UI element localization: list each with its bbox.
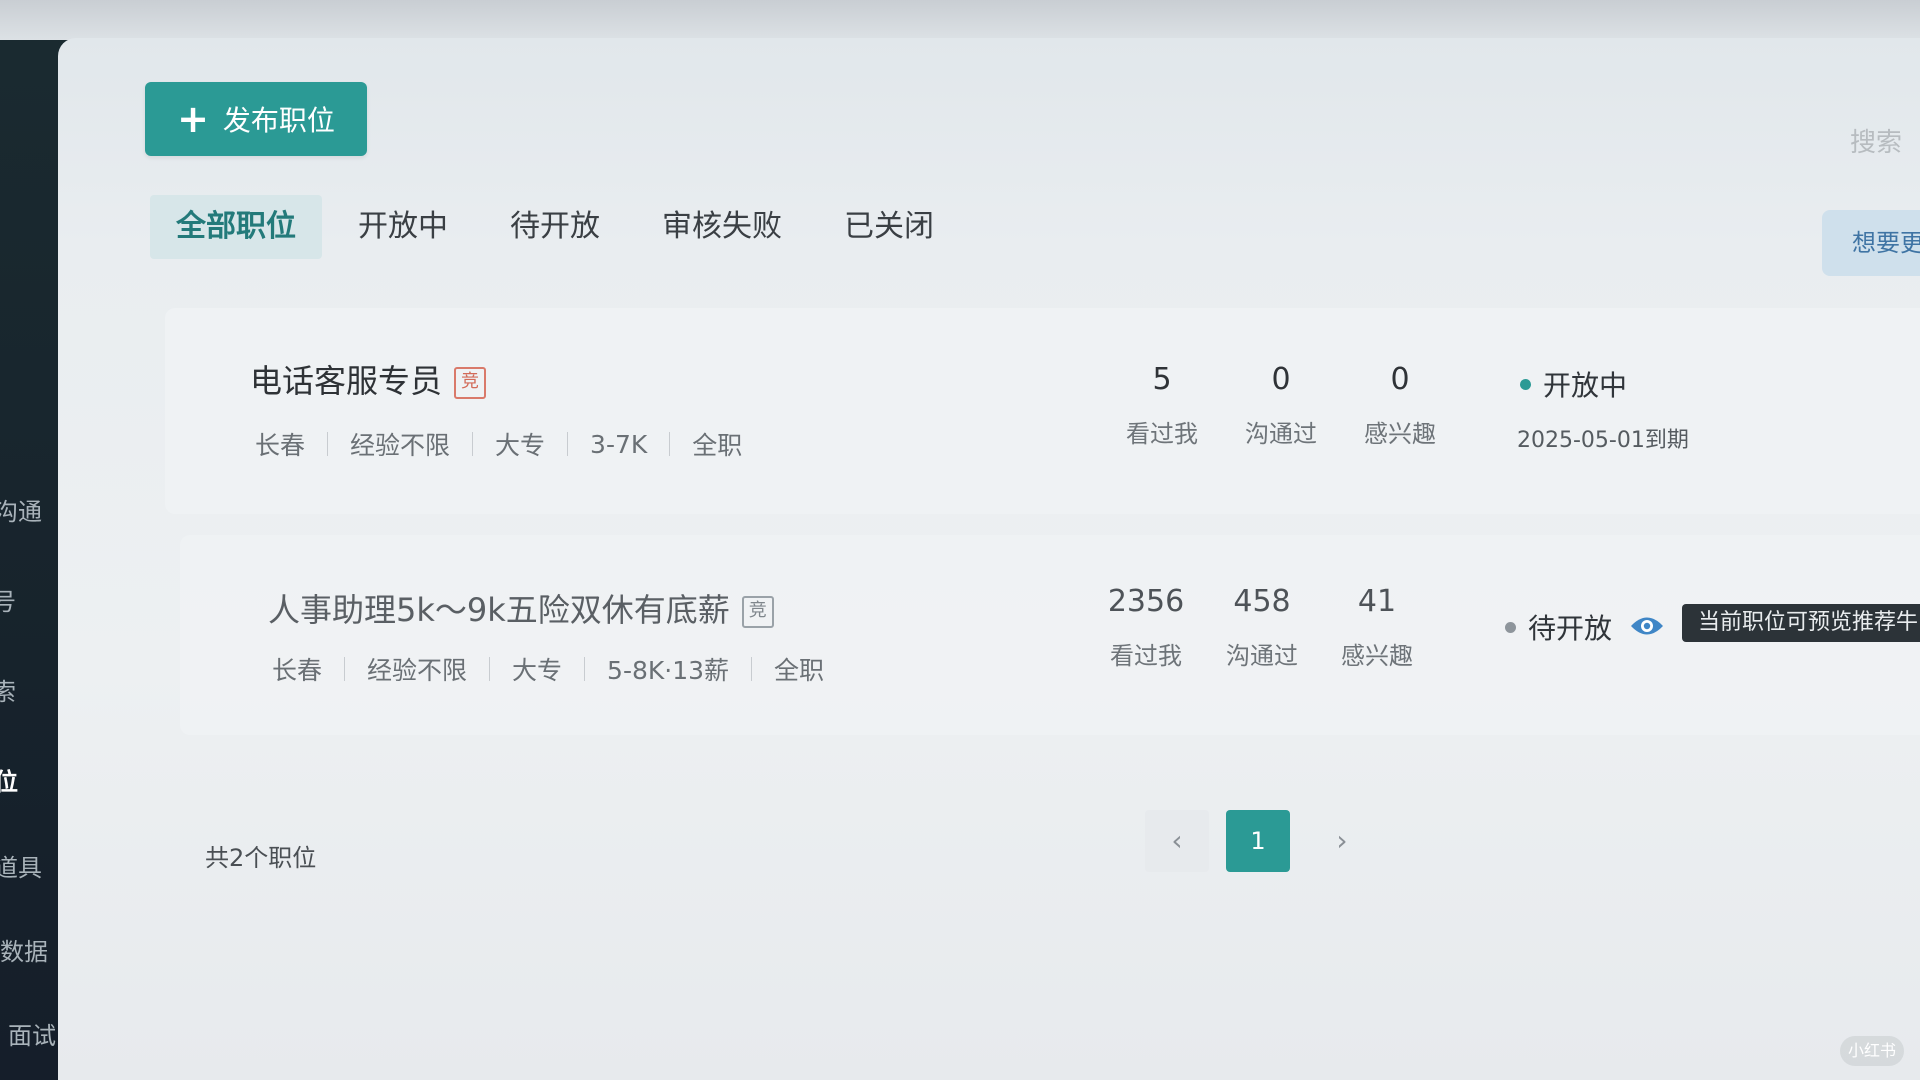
stat-contacted[interactable]: 0 沟通过 — [1226, 360, 1336, 449]
stat-interested-label: 感兴趣 — [1364, 420, 1436, 448]
total-jobs-count: 共2个职位 — [205, 844, 317, 872]
pagination-next-button[interactable]: › — [1310, 810, 1374, 872]
job-experience: 经验不限 — [350, 431, 451, 460]
job-status-tabs: 全部职位 开放中 待开放 审核失败 已关闭 — [150, 195, 970, 259]
stat-viewed-label: 看过我 — [1110, 642, 1182, 670]
job-salary: 5-8K·13薪 — [607, 656, 730, 685]
job-card-1[interactable]: 电话客服专员竞 长春 经验不限 大专 3-7K 全职 5 看过我 0 沟通过 0… — [165, 308, 1920, 514]
tab-closed[interactable]: 已关闭 — [818, 195, 960, 259]
eye-icon[interactable] — [1630, 611, 1664, 644]
stat-contacted[interactable]: 458 沟通过 — [1207, 582, 1317, 671]
tab-pending[interactable]: 待开放 — [484, 195, 626, 259]
job-meta: 长春 经验不限 大专 3-7K 全职 — [255, 426, 742, 462]
competitive-badge: 竞 — [454, 367, 487, 399]
job-card-2[interactable]: 人事助理5k～9k五险双休有底薪竞 长春 经验不限 大专 5-8K·13薪 全职… — [180, 535, 1920, 735]
promo-button[interactable]: 想要更 — [1822, 210, 1920, 276]
job-type: 全职 — [692, 431, 743, 460]
job-salary: 3-7K — [590, 429, 648, 459]
job-meta: 长春 经验不限 大专 5-8K·13薪 全职 — [272, 651, 824, 687]
stat-viewed[interactable]: 2356 看过我 — [1091, 582, 1201, 671]
job-status: 待开放 — [1505, 607, 1664, 647]
divider — [472, 432, 474, 456]
job-title-text: 人事助理5k～9k五险双休有底薪 — [268, 591, 730, 629]
plus-icon: + — [177, 97, 209, 141]
job-title[interactable]: 电话客服专员竞 — [250, 356, 487, 402]
stat-contacted-value: 458 — [1233, 584, 1291, 619]
job-status-text: 开放中 — [1543, 369, 1628, 402]
publish-job-button[interactable]: + 发布职位 — [145, 82, 367, 156]
divider — [751, 657, 753, 681]
tab-open[interactable]: 开放中 — [332, 195, 474, 259]
stat-contacted-label: 沟通过 — [1245, 420, 1317, 448]
divider — [344, 657, 346, 681]
job-experience: 经验不限 — [367, 656, 468, 685]
stat-contacted-label: 沟通过 — [1226, 642, 1298, 670]
divider — [669, 432, 671, 456]
divider — [489, 657, 491, 681]
stat-contacted-value: 0 — [1271, 362, 1291, 397]
job-expire-date: 2025-05-01到期 — [1517, 428, 1689, 453]
job-city: 长春 — [272, 656, 323, 685]
stat-interested-value: 41 — [1357, 584, 1397, 619]
search-link[interactable]: 搜索 — [1850, 122, 1902, 159]
stat-viewed-label: 看过我 — [1126, 420, 1198, 448]
competitive-badge: 竞 — [741, 596, 774, 628]
stat-viewed-value: 2356 — [1107, 584, 1185, 619]
preview-tooltip: 当前职位可预览推荐牛 — [1682, 604, 1920, 642]
watermark-logo: 小红书 — [1840, 1036, 1904, 1066]
tab-review-failed[interactable]: 审核失败 — [636, 195, 808, 259]
publish-job-label: 发布职位 — [222, 104, 335, 137]
status-dot — [1520, 378, 1531, 390]
stat-interested-value: 0 — [1390, 362, 1410, 397]
stat-interested-label: 感兴趣 — [1341, 642, 1413, 670]
tab-all-jobs[interactable]: 全部职位 — [150, 195, 322, 259]
job-status-text: 待开放 — [1528, 612, 1613, 645]
stat-viewed-value: 5 — [1152, 362, 1172, 397]
status-dot — [1505, 621, 1516, 633]
pagination-page-1[interactable]: 1 — [1226, 810, 1290, 872]
stat-interested[interactable]: 41 感兴趣 — [1322, 582, 1432, 671]
pagination-prev-button[interactable]: ‹ — [1145, 810, 1209, 872]
screen: 沟通 号 索 位 道具 数据 面试 + 发布职位 搜索 全部职位 开放中 待开放… — [0, 0, 1920, 1080]
job-city: 长春 — [255, 431, 306, 460]
stat-interested[interactable]: 0 感兴趣 — [1345, 360, 1455, 449]
divider — [567, 432, 569, 456]
divider — [327, 432, 329, 456]
job-education: 大专 — [512, 656, 563, 685]
window-top-bar — [0, 0, 1920, 42]
job-type: 全职 — [774, 656, 825, 685]
job-education: 大专 — [495, 431, 546, 460]
stat-viewed[interactable]: 5 看过我 — [1107, 360, 1217, 449]
divider — [584, 657, 586, 681]
job-status: 开放中 — [1520, 364, 1627, 404]
job-title[interactable]: 人事助理5k～9k五险双休有底薪竞 — [268, 585, 774, 631]
job-title-text: 电话客服专员 — [250, 362, 443, 400]
